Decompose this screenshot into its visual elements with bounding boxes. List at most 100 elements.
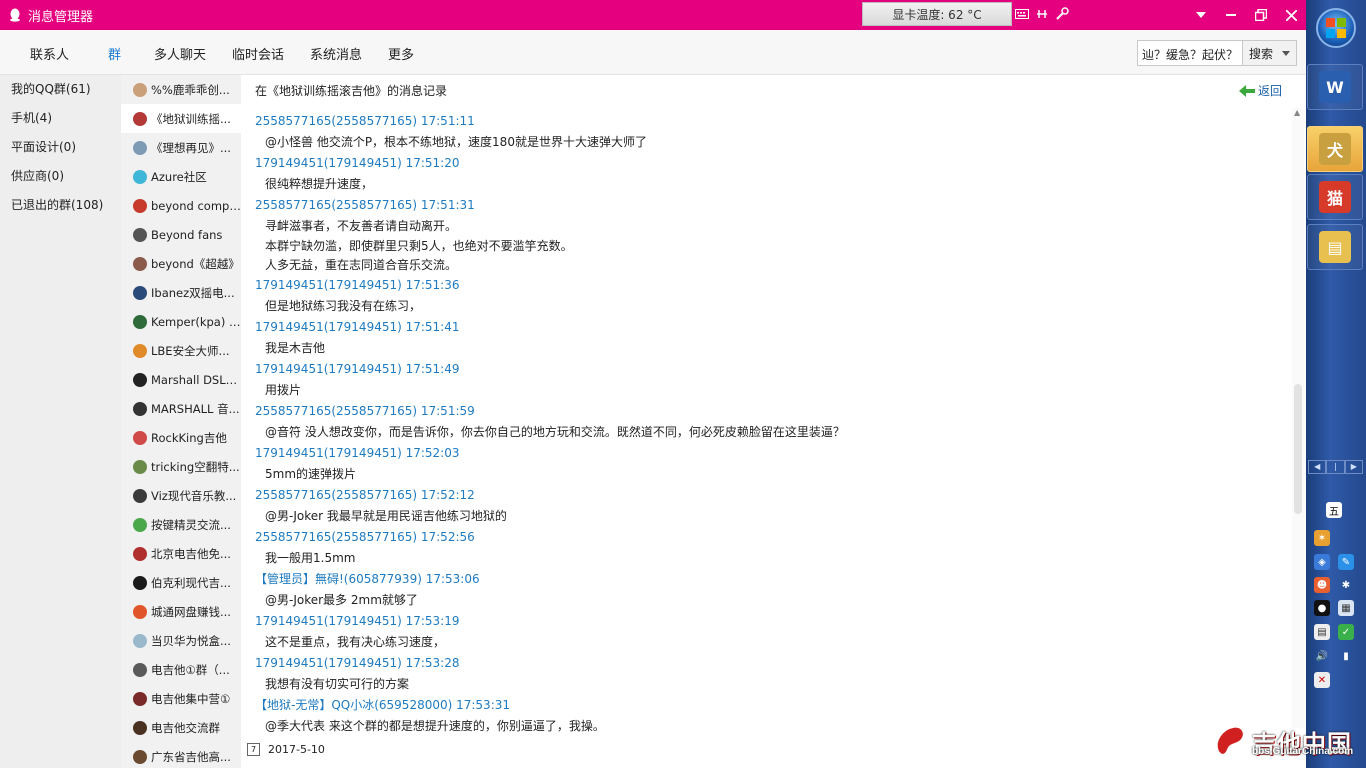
tab-system-messages[interactable]: 系统消息 [310,44,362,63]
group-item[interactable]: 当贝华为悦盒... [121,626,241,655]
group-item[interactable]: 《理想再见》... [121,133,241,162]
tray-app-icon[interactable]: ▦ [1338,600,1354,616]
scroll-up-icon[interactable]: ▲ [1294,108,1300,117]
tray-app-icon[interactable]: ☻ [1314,577,1330,593]
scrollbar-thumb[interactable] [1294,384,1302,514]
group-item[interactable]: 电吉他集中营① [121,684,241,713]
tab-temp-session[interactable]: 临时会话 [232,44,284,63]
tray-app-icon[interactable]: ✎ [1338,554,1354,570]
group-avatar [133,372,147,387]
flag-icon[interactable]: ✕ [1314,672,1330,688]
group-name: 城通网盘赚钱... [151,604,231,619]
cat-app-button[interactable]: 猫 [1307,174,1363,220]
message-sender[interactable]: 179149451(179149451) 17:52:03 [255,443,1285,464]
ime-icon[interactable]: 五 [1326,502,1342,518]
message-sender[interactable]: 【管理员】無碍!(605877939) 17:53:06 [255,569,1285,590]
message-sender[interactable]: 2558577165(2558577165) 17:52:12 [255,485,1285,506]
group-avatar [133,111,147,126]
group-item[interactable]: 广东省吉他高... [121,742,241,768]
group-item[interactable]: LBE安全大师... [121,336,241,365]
group-name: 电吉他①群（... [151,662,230,677]
tab-multi-chat[interactable]: 多人聊天 [154,44,206,63]
group-item[interactable]: 《地狱训练摇... [121,104,241,133]
message-scrollbar[interactable]: ▲ [1292,108,1304,728]
taskbar-mid-icon[interactable]: | [1326,460,1345,474]
category-item[interactable]: 已退出的群(108) [0,191,121,220]
word-app-button[interactable]: W [1307,64,1363,110]
message-text: @音符 没人想改变你，而是告诉你，你去你自己的地方玩和交流。既然道不同，何必死皮… [265,425,845,439]
message-sender[interactable]: 2558577165(2558577165) 17:51:11 [255,111,1285,132]
message-sender[interactable]: 【地狱-无常】QQ小冰(659528000) 17:53:31 [255,695,1285,716]
group-item[interactable]: Ibanez双摇电... [121,278,241,307]
taskbar-next-icon[interactable]: ▶ [1344,460,1363,474]
tab-contacts[interactable]: 联系人 [30,44,69,63]
calendar-icon[interactable]: 7 [247,743,260,756]
message-text: 寻衅滋事者，不友善者请自动离开。 [265,219,458,233]
message-sender[interactable]: 179149451(179149451) 17:53:19 [255,611,1285,632]
group-item[interactable]: 城通网盘赚钱... [121,597,241,626]
group-item[interactable]: 电吉他交流群 [121,713,241,742]
search-input[interactable]: 辿？缓急？起伏？ [1137,40,1243,66]
clipboard-icon[interactable]: ▤ [1314,624,1330,640]
message-sender[interactable]: 2558577165(2558577165) 17:51:31 [255,195,1285,216]
group-item[interactable]: 北京电吉他免... [121,539,241,568]
windows-start-icon[interactable] [1316,8,1356,48]
group-item[interactable]: Marshall DSL40C [121,365,241,394]
group-item[interactable]: Viz现代音乐教... [121,481,241,510]
group-item[interactable]: 电吉他①群（... [121,655,241,684]
security-icon[interactable]: ✓ [1338,624,1354,640]
dropdown-menu-icon[interactable] [1186,0,1216,30]
group-item[interactable]: beyond compare [121,191,241,220]
message-sender[interactable]: 2558577165(2558577165) 17:51:59 [255,401,1285,422]
tray-app-icon[interactable]: ◈ [1314,554,1330,570]
message-sender[interactable]: 179149451(179149451) 17:53:28 [255,653,1285,674]
message-sender[interactable]: 179149451(179149451) 17:51:36 [255,275,1285,296]
window-title: 消息管理器 [28,9,94,25]
group-name: Kemper(kpa) 交流 [151,314,241,329]
taskbar: W 犬猫 ▤ ◀ | ▶ 五 ✶ ◈ ✎ ☻ ✱ ● ▦ ▤ ✓ 🔊 ▮ ✕ [1306,0,1366,768]
group-item[interactable]: Beyond fans [121,220,241,249]
keyboard-icon[interactable] [1014,6,1030,22]
group-item[interactable]: Azure社区 [121,162,241,191]
message-text: 我一般用1.5mm [265,551,356,565]
message-sender[interactable]: 179149451(179149451) 17:51:49 [255,359,1285,380]
message-sender[interactable]: 2558577165(2558577165) 17:52:56 [255,527,1285,548]
group-item[interactable]: Kemper(kpa) 交流 [121,307,241,336]
group-item[interactable]: beyond《超越》 [121,249,241,278]
search-button[interactable]: 搜索 [1243,40,1297,66]
group-item[interactable]: %%鹿乖乖创... [121,75,241,104]
restore-icon[interactable] [1246,0,1276,30]
qq-tray-icon[interactable]: ● [1314,600,1330,616]
group-item[interactable]: 伯克利现代吉... [121,568,241,597]
group-name: 伯克利现代吉... [151,575,231,590]
back-button[interactable]: 返回 [1238,82,1282,99]
taskbar-prev-icon[interactable]: ◀ [1308,460,1327,474]
network-signal-icon[interactable]: ▮ [1338,648,1354,664]
wrench-icon[interactable] [1054,6,1070,22]
category-item[interactable]: 我的QQ群(61) [0,75,121,104]
cat-app-icon: 猫 [1319,181,1351,213]
message-text: @季大代表 来这个群的都是想提升速度的，你别逼逼了，我操。 [265,719,605,733]
explorer-app-button[interactable]: ▤ [1307,224,1363,270]
close-icon[interactable] [1276,0,1306,30]
category-item[interactable]: 供应商(0) [0,162,121,191]
split-icon[interactable] [1034,6,1050,22]
message-sender[interactable]: 179149451(179149451) 17:51:41 [255,317,1285,338]
dog-app-button[interactable]: 犬 [1307,126,1363,172]
group-item[interactable]: RockKing吉他 [121,423,241,452]
tray-app-icon[interactable]: ✶ [1314,530,1330,546]
bluetooth-icon[interactable]: ✱ [1338,577,1354,593]
minimize-icon[interactable] [1216,0,1246,30]
volume-icon[interactable]: 🔊 [1314,648,1330,664]
group-item[interactable]: MARSHALL 音... [121,394,241,423]
tab-groups[interactable]: 群 [108,44,121,63]
message-sender[interactable]: 179149451(179149451) 17:51:20 [255,153,1285,174]
qq-penguin-icon [8,7,22,23]
group-avatar [133,488,147,503]
category-item[interactable]: 平面设计(0) [0,133,121,162]
tab-more[interactable]: 更多 [388,44,414,63]
group-item[interactable]: 按键精灵交流... [121,510,241,539]
category-item[interactable]: 手机(4) [0,104,121,133]
group-avatar [133,633,147,648]
group-item[interactable]: tricking空翻特... [121,452,241,481]
